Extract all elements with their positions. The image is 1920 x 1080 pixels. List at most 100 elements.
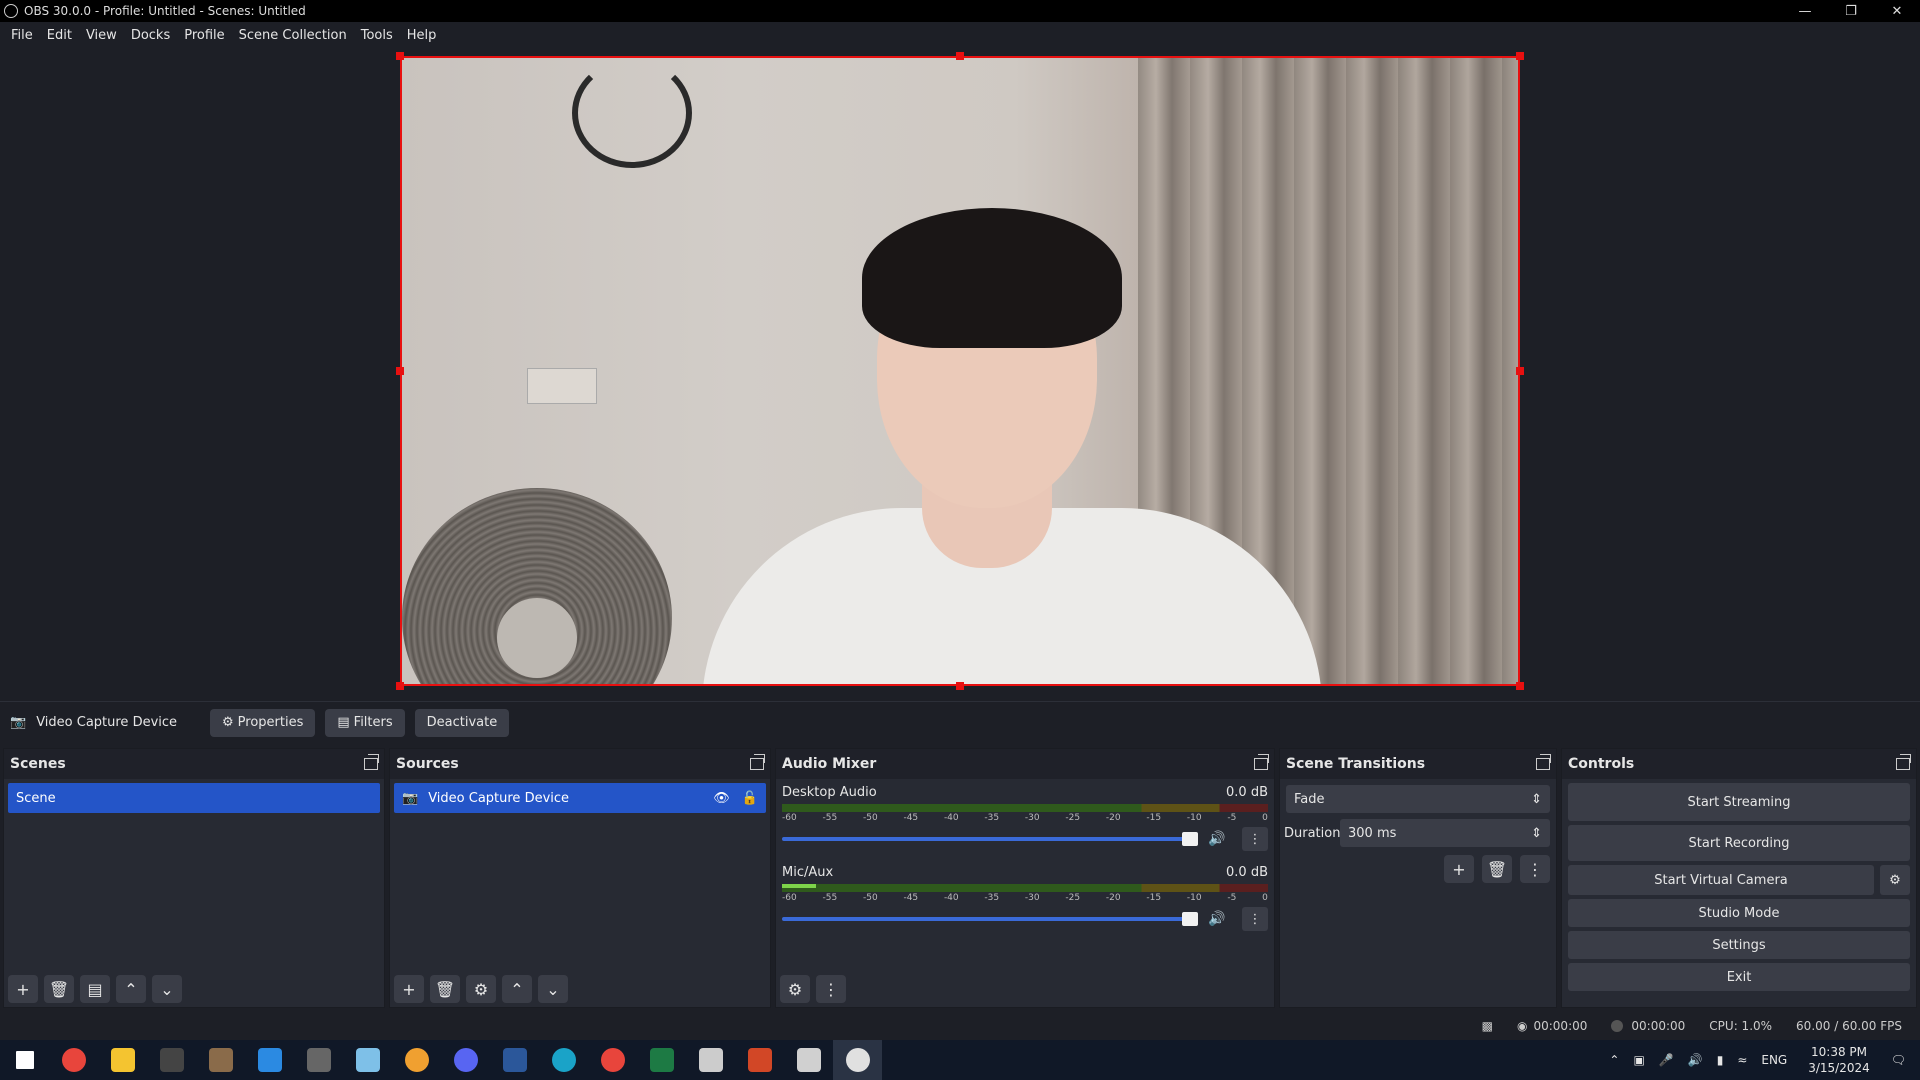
clock[interactable]: 10:38 PM 3/15/2024: [1808, 1044, 1870, 1076]
resize-handle-tl[interactable]: [396, 52, 404, 60]
remove-scene-button[interactable]: 🗑: [44, 975, 74, 1003]
properties-label: Properties: [237, 715, 304, 730]
taskbar-obs-button[interactable]: [833, 1040, 882, 1080]
taskbar-chrome-alt-button[interactable]: [588, 1040, 637, 1080]
menu-edit[interactable]: Edit: [40, 28, 79, 43]
undock-icon[interactable]: [750, 754, 765, 770]
remove-source-button[interactable]: 🗑: [430, 975, 460, 1003]
microphone-icon[interactable]: 🎤: [1659, 1053, 1674, 1067]
scene-filters-button[interactable]: ▤: [80, 975, 110, 1003]
resize-handle-bc[interactable]: [956, 682, 964, 690]
minimize-button[interactable]: —: [1782, 0, 1828, 22]
lock-icon[interactable]: 🔓: [742, 791, 758, 806]
transition-menu-button[interactable]: ⋮: [1520, 855, 1550, 883]
taskbar-app-button[interactable]: [196, 1040, 245, 1080]
start-virtual-camera-button[interactable]: Start Virtual Camera: [1568, 865, 1874, 895]
system-tray: ⌃ ▣ 🎤 🔊 ▮ ≈ ENG 10:38 PM 3/15/2024 🗨: [1602, 1040, 1920, 1080]
start-recording-button[interactable]: Start Recording: [1568, 825, 1910, 861]
taskbar-notepad-button[interactable]: [343, 1040, 392, 1080]
menu-docks[interactable]: Docks: [124, 28, 177, 43]
obs-icon: [845, 1048, 870, 1072]
taskbar-excel-button[interactable]: [637, 1040, 686, 1080]
scene-move-down-button[interactable]: ⌄: [152, 975, 182, 1003]
undock-icon[interactable]: [1536, 754, 1551, 770]
duration-input[interactable]: 300 ms ⇕: [1340, 819, 1550, 847]
taskbar-cloud-app-button[interactable]: [784, 1040, 833, 1080]
resize-handle-br[interactable]: [1516, 682, 1524, 690]
visibility-eye-icon[interactable]: 👁: [713, 791, 730, 806]
taskbar-edge-button[interactable]: [539, 1040, 588, 1080]
taskbar-powerpoint-button[interactable]: [735, 1040, 784, 1080]
speaker-icon[interactable]: 🔊: [1208, 831, 1228, 847]
resize-handle-tr[interactable]: [1516, 52, 1524, 60]
channel-name: Mic/Aux: [782, 865, 834, 880]
language-indicator[interactable]: ENG: [1761, 1053, 1787, 1067]
advanced-audio-settings-button[interactable]: ⚙: [780, 975, 810, 1003]
studio-mode-button[interactable]: Studio Mode: [1568, 899, 1910, 927]
source-list-item[interactable]: 📷 Video Capture Device 👁 🔓: [394, 783, 766, 813]
taskbar-chrome-button[interactable]: [49, 1040, 98, 1080]
source-properties-button[interactable]: ⚙: [466, 975, 496, 1003]
volume-slider[interactable]: [782, 832, 1198, 846]
exit-button[interactable]: Exit: [1568, 963, 1910, 991]
scene-list-item[interactable]: Scene: [8, 783, 380, 813]
source-move-up-button[interactable]: ⌃: [502, 975, 532, 1003]
scene-move-up-button[interactable]: ⌃: [116, 975, 146, 1003]
taskbar-word-button[interactable]: [490, 1040, 539, 1080]
battery-icon[interactable]: ▮: [1717, 1053, 1724, 1067]
add-source-button[interactable]: +: [394, 975, 424, 1003]
taskbar-terminal-button[interactable]: [147, 1040, 196, 1080]
properties-button[interactable]: ⚙ Properties: [210, 708, 316, 737]
chevron-up-icon[interactable]: ⌃: [1609, 1053, 1619, 1067]
channel-menu-button[interactable]: ⋮: [1242, 827, 1268, 851]
volume-slider[interactable]: [782, 912, 1198, 926]
settings-button[interactable]: Settings: [1568, 931, 1910, 959]
slider-knob[interactable]: [1182, 912, 1198, 926]
deactivate-button[interactable]: Deactivate: [414, 708, 510, 737]
source-context-bar: 📷 Video Capture Device ⚙ Properties ▤ Fi…: [0, 701, 1920, 743]
menu-profile[interactable]: Profile: [177, 28, 231, 43]
volume-icon[interactable]: 🔊: [1688, 1053, 1703, 1067]
menu-tools[interactable]: Tools: [354, 28, 400, 43]
taskbar-start-button[interactable]: [0, 1040, 49, 1080]
undock-icon[interactable]: [1254, 754, 1269, 770]
speaker-icon[interactable]: 🔊: [1208, 911, 1228, 927]
menu-view[interactable]: View: [79, 28, 124, 43]
restore-button[interactable]: ❐: [1828, 0, 1874, 22]
taskbar-file-explorer-button[interactable]: [98, 1040, 147, 1080]
video-capture-preview[interactable]: [400, 56, 1520, 686]
selected-source: 📷 Video Capture Device: [10, 715, 210, 730]
remove-transition-button[interactable]: 🗑: [1482, 855, 1512, 883]
taskbar-terminal-alt-button[interactable]: [294, 1040, 343, 1080]
taskbar-settings-button[interactable]: [686, 1040, 735, 1080]
filters-button[interactable]: ▤ Filters: [325, 708, 405, 737]
transition-select[interactable]: Fade ⇕: [1286, 785, 1550, 813]
resize-handle-mr[interactable]: [1516, 367, 1524, 375]
resize-handle-bl[interactable]: [396, 682, 404, 690]
resize-handle-ml[interactable]: [396, 367, 404, 375]
notification-icon[interactable]: 🗨: [1891, 1053, 1906, 1067]
menu-file[interactable]: File: [4, 28, 40, 43]
taskbar-discord-button[interactable]: [441, 1040, 490, 1080]
resize-handle-tc[interactable]: [956, 52, 964, 60]
menu-scene-collection[interactable]: Scene Collection: [232, 28, 354, 43]
add-transition-button[interactable]: +: [1444, 855, 1474, 883]
slider-knob[interactable]: [1182, 832, 1198, 846]
add-scene-button[interactable]: +: [8, 975, 38, 1003]
taskbar-vscode-button[interactable]: [245, 1040, 294, 1080]
mixer-menu-button[interactable]: ⋮: [816, 975, 846, 1003]
start-streaming-button[interactable]: Start Streaming: [1568, 783, 1910, 821]
close-button[interactable]: ✕: [1874, 0, 1920, 22]
taskbar-chrome-profile-button[interactable]: [392, 1040, 441, 1080]
wifi-icon[interactable]: ≈: [1737, 1053, 1747, 1067]
menu-help[interactable]: Help: [400, 28, 444, 43]
meet-now-icon[interactable]: ▣: [1633, 1053, 1644, 1067]
undock-icon[interactable]: [1896, 754, 1911, 770]
source-move-down-button[interactable]: ⌄: [538, 975, 568, 1003]
fps-readout: 60.00 / 60.00 FPS: [1796, 1019, 1902, 1033]
spinner-icon[interactable]: ⇕: [1531, 826, 1542, 841]
undock-icon[interactable]: [364, 754, 379, 770]
windows-taskbar: ⌃ ▣ 🎤 🔊 ▮ ≈ ENG 10:38 PM 3/15/2024 🗨: [0, 1040, 1920, 1080]
virtual-camera-settings-button[interactable]: ⚙: [1880, 865, 1910, 895]
channel-menu-button[interactable]: ⋮: [1242, 907, 1268, 931]
